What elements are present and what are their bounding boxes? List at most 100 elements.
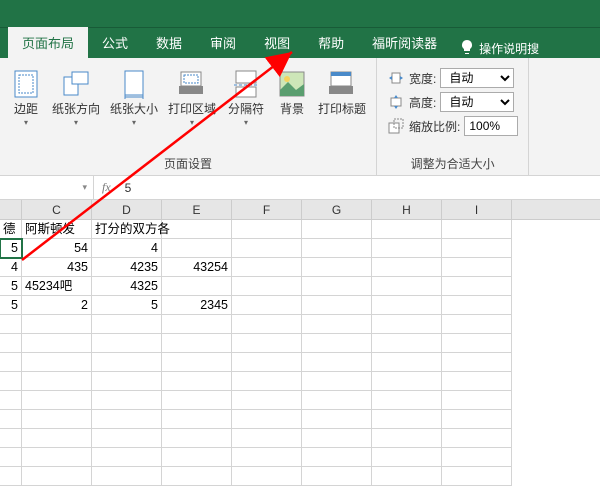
cell[interactable] [0,353,22,372]
cell[interactable] [372,277,442,296]
cell[interactable] [22,391,92,410]
cell[interactable] [232,220,302,239]
cell[interactable]: 2 [22,296,92,315]
cell[interactable] [232,353,302,372]
cell[interactable] [232,467,302,486]
background-button[interactable]: 背景 [272,66,312,118]
cell[interactable] [302,429,372,448]
cell[interactable] [92,391,162,410]
cell[interactable] [232,258,302,277]
cell[interactable] [442,258,512,277]
height-select[interactable]: 自动 [440,92,514,112]
cell[interactable]: 5 [0,296,22,315]
col-header[interactable]: E [162,200,232,219]
cell[interactable] [442,277,512,296]
cell[interactable]: 43254 [162,258,232,277]
cell[interactable] [372,429,442,448]
cell[interactable] [372,467,442,486]
formula-value[interactable]: 5 [119,181,138,195]
cell[interactable] [0,429,22,448]
cell[interactable] [372,258,442,277]
cell[interactable] [232,429,302,448]
width-select[interactable]: 自动 [440,68,514,88]
cell[interactable] [372,391,442,410]
col-header[interactable]: G [302,200,372,219]
cell[interactable] [372,239,442,258]
cell[interactable] [302,220,372,239]
col-header[interactable]: D [92,200,162,219]
cell[interactable] [442,448,512,467]
cell[interactable] [302,448,372,467]
cell[interactable] [22,448,92,467]
cell[interactable] [92,372,162,391]
cell[interactable] [232,277,302,296]
cell[interactable] [0,410,22,429]
cell[interactable]: 4325 [92,277,162,296]
name-box[interactable]: ▾ [0,176,94,199]
cell[interactable] [22,315,92,334]
cell[interactable] [162,391,232,410]
cell[interactable] [232,448,302,467]
col-header[interactable]: C [22,200,92,219]
cell[interactable] [442,220,512,239]
cell[interactable] [372,220,442,239]
print-area-button[interactable]: 打印区域 ▾ [164,66,220,129]
cell[interactable] [162,315,232,334]
col-header[interactable]: I [442,200,512,219]
cell[interactable] [0,372,22,391]
cell[interactable] [302,467,372,486]
cell[interactable] [302,239,372,258]
scale-input[interactable] [464,116,518,136]
cell[interactable] [92,353,162,372]
cell[interactable] [22,353,92,372]
cell[interactable]: 4 [0,258,22,277]
cell[interactable] [302,410,372,429]
cell[interactable] [0,334,22,353]
cell[interactable] [442,334,512,353]
cell[interactable] [162,448,232,467]
cell[interactable]: 5 [92,296,162,315]
cell[interactable] [162,429,232,448]
tab-data[interactable]: 数据 [142,27,196,58]
cell[interactable] [162,220,232,239]
size-button[interactable]: 纸张大小 ▾ [106,66,162,129]
cell[interactable] [232,372,302,391]
cell[interactable] [232,296,302,315]
margins-button[interactable]: 边距 ▾ [6,66,46,129]
cell[interactable] [302,315,372,334]
tab-formulas[interactable]: 公式 [88,27,142,58]
cell[interactable] [92,334,162,353]
cell[interactable]: 45234吧 [22,277,92,296]
cell[interactable] [442,429,512,448]
cell[interactable] [232,315,302,334]
cell[interactable] [22,410,92,429]
cell[interactable] [302,334,372,353]
tab-foxit[interactable]: 福昕阅读器 [358,27,451,58]
cell[interactable]: 5 [0,277,22,296]
orientation-button[interactable]: 纸张方向 ▾ [48,66,104,129]
tell-me-search[interactable]: 操作说明搜 [451,39,547,58]
cell[interactable]: 4 [92,239,162,258]
cell[interactable] [372,372,442,391]
cell[interactable]: 435 [22,258,92,277]
cell[interactable]: 4235 [92,258,162,277]
col-header[interactable]: H [372,200,442,219]
cell[interactable] [22,467,92,486]
col-header[interactable]: F [232,200,302,219]
cell-selected[interactable]: 5 [0,239,22,258]
cell[interactable] [0,448,22,467]
cell[interactable] [302,372,372,391]
breaks-button[interactable]: 分隔符 ▾ [222,66,270,129]
cell[interactable] [442,467,512,486]
cell[interactable] [302,258,372,277]
cell[interactable] [442,391,512,410]
cell[interactable] [372,448,442,467]
cell[interactable] [162,334,232,353]
cell[interactable] [92,410,162,429]
cell[interactable] [372,315,442,334]
cell[interactable] [0,391,22,410]
cell[interactable] [302,391,372,410]
cell[interactable] [442,239,512,258]
cell[interactable] [92,429,162,448]
tab-view[interactable]: 视图 [250,27,304,58]
